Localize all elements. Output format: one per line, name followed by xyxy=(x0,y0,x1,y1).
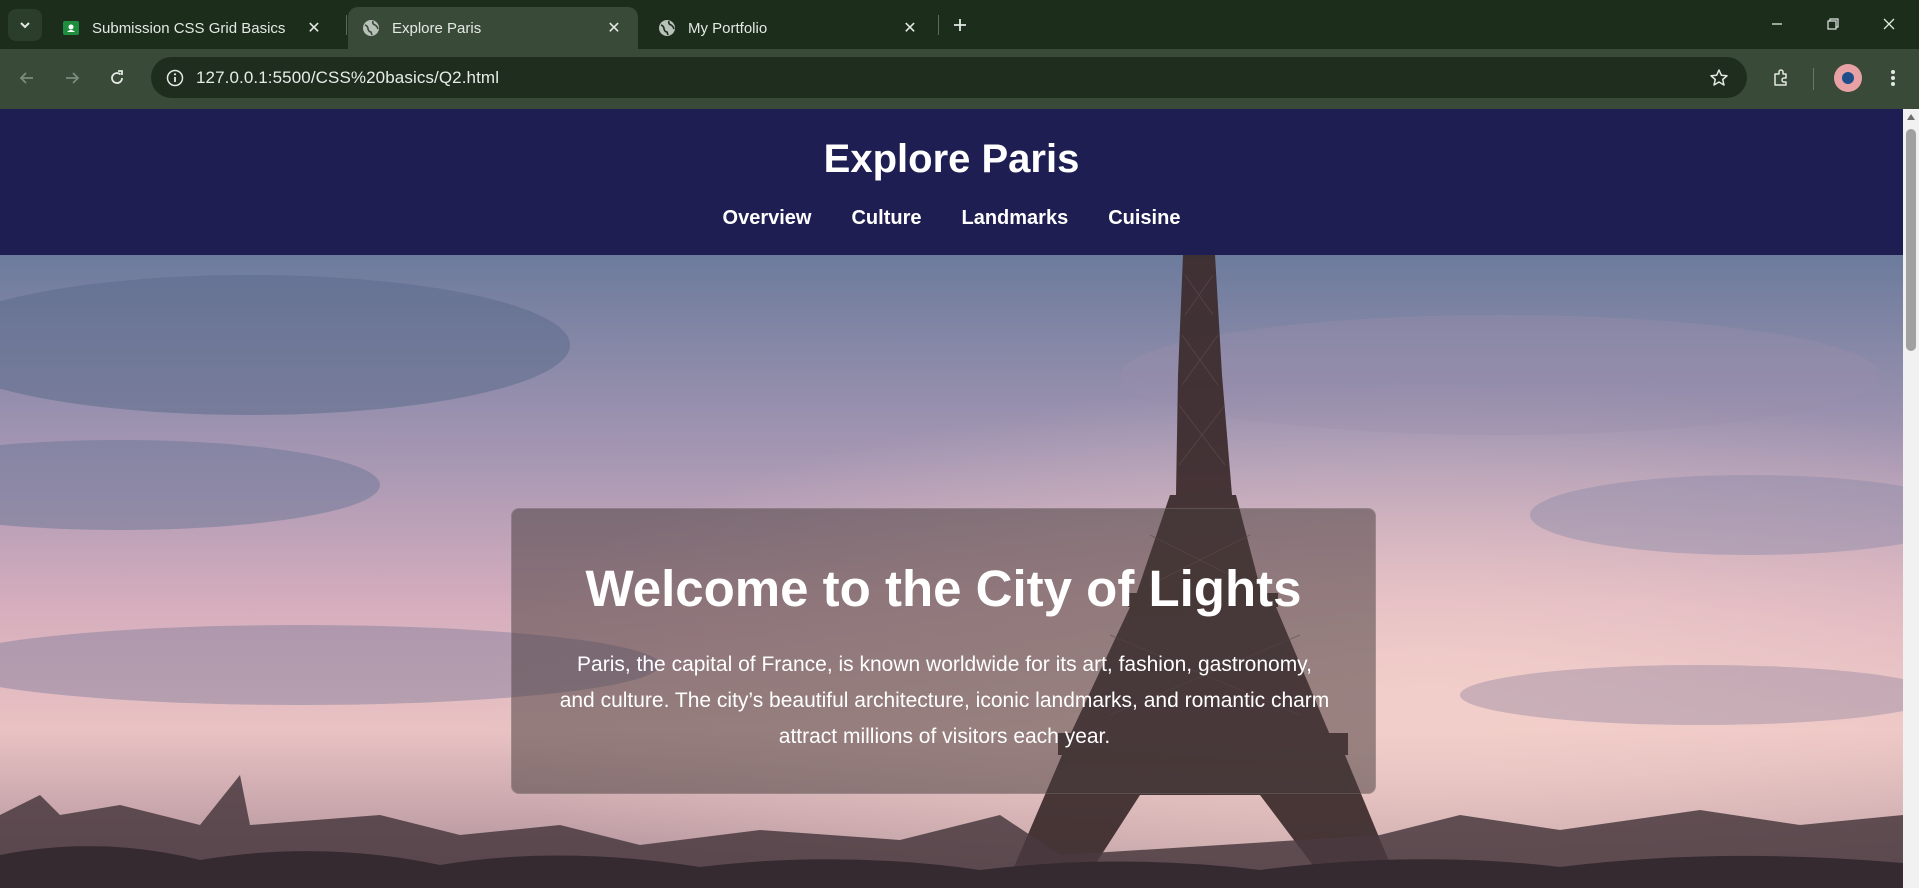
site-info-icon[interactable] xyxy=(163,66,187,90)
arrow-left-icon xyxy=(19,72,33,84)
browser-menu-button[interactable] xyxy=(1878,61,1908,95)
site-header: Explore Paris Overview Culture Landmarks… xyxy=(0,109,1903,255)
hero-overlay-card: Welcome to the City of Lights Paris, the… xyxy=(511,508,1376,794)
hero-description: Paris, the capital of France, is known w… xyxy=(559,653,1330,748)
reload-button[interactable] xyxy=(100,61,134,95)
nav-link-cuisine[interactable]: Cuisine xyxy=(1108,207,1180,230)
nav-link-landmarks[interactable]: Landmarks xyxy=(961,207,1068,230)
forward-button[interactable] xyxy=(55,61,89,95)
hero-heading: Welcome to the City of Lights xyxy=(585,560,1302,617)
page-title: Explore Paris xyxy=(823,137,1080,181)
plus-icon xyxy=(954,19,966,31)
globe-icon xyxy=(362,19,380,37)
page-scrollbar[interactable] xyxy=(1903,109,1919,888)
tab-title: Submission CSS Grid Basics xyxy=(92,19,286,37)
close-tab-icon[interactable]: ✕ xyxy=(900,18,920,38)
tab-separator xyxy=(938,15,939,35)
profile-avatar[interactable] xyxy=(1834,64,1862,92)
nav-link-overview[interactable]: Overview xyxy=(723,207,812,230)
reload-icon xyxy=(111,70,123,84)
browser-toolbar: 127.0.0.1:5500/CSS%20basics/Q2.html xyxy=(0,49,1919,109)
scroll-up-icon[interactable] xyxy=(1907,114,1915,120)
back-button[interactable] xyxy=(10,61,44,95)
scrollbar-thumb[interactable] xyxy=(1906,129,1916,351)
new-tab-button[interactable] xyxy=(946,12,974,38)
puzzle-icon xyxy=(1774,69,1787,86)
google-classroom-icon xyxy=(62,19,80,37)
address-bar[interactable]: 127.0.0.1:5500/CSS%20basics/Q2.html xyxy=(151,57,1747,98)
hero-section: Welcome to the City of Lights Paris, the… xyxy=(0,255,1903,888)
tab-title: Explore Paris xyxy=(392,19,482,37)
bookmark-star-icon[interactable] xyxy=(1707,66,1731,90)
main-nav: Overview Culture Landmarks Cuisine xyxy=(0,207,1903,230)
tab-my-portfolio[interactable]: My Portfolio ✕ xyxy=(644,7,934,49)
minimize-icon xyxy=(1772,23,1782,25)
restore-icon xyxy=(1827,18,1839,30)
tab-submission[interactable]: Submission CSS Grid Basics ✕ xyxy=(48,7,338,49)
chevron-down-icon xyxy=(20,22,30,29)
page-viewport: Explore Paris Overview Culture Landmarks… xyxy=(0,109,1903,888)
tab-search-button[interactable] xyxy=(8,9,42,41)
tab-explore-paris[interactable]: Explore Paris ✕ xyxy=(348,7,638,49)
minimize-button[interactable] xyxy=(1754,8,1800,40)
extensions-button[interactable] xyxy=(1764,61,1798,95)
tab-separator xyxy=(346,15,347,35)
globe-icon xyxy=(658,19,676,37)
close-tab-icon[interactable]: ✕ xyxy=(604,18,624,38)
more-vertical-icon xyxy=(1891,70,1895,86)
nav-link-culture[interactable]: Culture xyxy=(851,207,921,230)
url-text[interactable]: 127.0.0.1:5500/CSS%20basics/Q2.html xyxy=(196,68,499,88)
avatar-image xyxy=(1842,72,1854,84)
arrow-right-icon xyxy=(66,72,80,84)
toolbar-separator xyxy=(1813,68,1814,90)
close-tab-icon[interactable]: ✕ xyxy=(304,18,324,38)
restore-button[interactable] xyxy=(1810,8,1856,40)
browser-tab-bar: Submission CSS Grid Basics ✕ Explore Par… xyxy=(0,0,1919,49)
tab-title: My Portfolio xyxy=(688,19,768,37)
close-window-button[interactable] xyxy=(1866,8,1912,40)
close-icon xyxy=(1883,18,1895,30)
